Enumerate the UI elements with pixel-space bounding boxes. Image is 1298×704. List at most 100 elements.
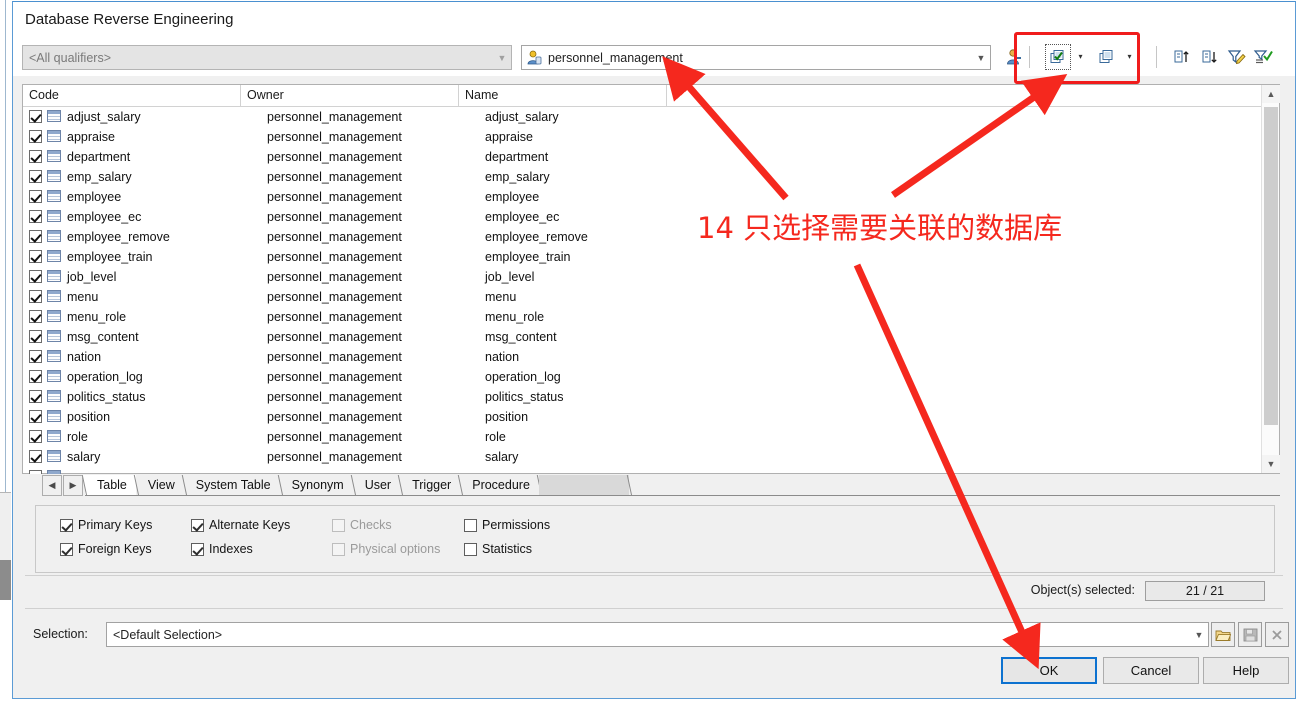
- option-indexes[interactable]: Indexes: [191, 542, 253, 556]
- user-properties-icon[interactable]: [1001, 44, 1027, 70]
- table-row[interactable]: employee_ec personnel_management employee_…: [23, 207, 1261, 227]
- row-checkbox[interactable]: [29, 330, 42, 343]
- checkbox[interactable]: [60, 543, 73, 556]
- option-foreign-keys[interactable]: Foreign Keys: [60, 542, 152, 556]
- row-checkbox[interactable]: [29, 270, 42, 283]
- row-checkbox[interactable]: [29, 450, 42, 463]
- checkbox[interactable]: [191, 519, 204, 532]
- annotation-text: 14 只选择需要关联的数据库: [697, 211, 1063, 245]
- scrollbar-thumb[interactable]: [1264, 107, 1278, 425]
- tab-trigger[interactable]: Trigger: [400, 475, 460, 496]
- select-all-dropdown-arrow[interactable]: ▾: [1076, 52, 1085, 61]
- scroll-up-icon[interactable]: ▲: [1262, 85, 1280, 103]
- scroll-down-icon[interactable]: ▼: [1262, 455, 1280, 473]
- option-primary-keys[interactable]: Primary Keys: [60, 518, 152, 532]
- table-row[interactable]: appraise personnel_management appraise: [23, 127, 1261, 147]
- open-folder-icon[interactable]: [1211, 622, 1235, 647]
- table-row-partial[interactable]: [23, 467, 1261, 474]
- cell-owner: personnel_management: [267, 110, 402, 124]
- table-row[interactable]: emp_salary personnel_management emp_salary: [23, 167, 1261, 187]
- qualifier-dropdown[interactable]: <All qualifiers> ▼: [22, 45, 512, 70]
- option-permissions[interactable]: Permissions: [464, 518, 550, 532]
- page-title: Database Reverse Engineering: [25, 11, 234, 28]
- database-user-icon: [526, 50, 542, 66]
- apply-filter-icon[interactable]: [1250, 44, 1276, 70]
- delete-icon[interactable]: [1265, 622, 1289, 647]
- checkbox[interactable]: [464, 519, 477, 532]
- list-header: Code Owner Name: [23, 85, 1279, 107]
- tab-table[interactable]: Table: [85, 475, 136, 496]
- row-checkbox[interactable]: [29, 310, 42, 323]
- deselect-all-dropdown-arrow[interactable]: ▾: [1125, 52, 1134, 61]
- row-checkbox[interactable]: [29, 430, 42, 443]
- cell-owner: personnel_management: [267, 190, 402, 204]
- column-header-name[interactable]: Name: [459, 85, 667, 106]
- deselect-all-copies-icon[interactable]: [1094, 44, 1120, 70]
- cell-owner: personnel_management: [267, 170, 402, 184]
- row-checkbox[interactable]: [29, 230, 42, 243]
- tab-synonym[interactable]: Synonym: [280, 475, 353, 496]
- row-checkbox[interactable]: [29, 370, 42, 383]
- checkbox[interactable]: [60, 519, 73, 532]
- table-row[interactable]: msg_content personnel_management msg_conte…: [23, 327, 1261, 347]
- row-checkbox[interactable]: [29, 210, 42, 223]
- list-vertical-scrollbar[interactable]: ▲ ▼: [1261, 85, 1280, 473]
- row-checkbox[interactable]: [29, 190, 42, 203]
- column-header-owner[interactable]: Owner: [241, 85, 459, 106]
- selection-dropdown[interactable]: <Default Selection> ▼: [106, 622, 1209, 647]
- sort-ascending-icon[interactable]: [1169, 44, 1195, 70]
- row-checkbox[interactable]: [29, 150, 42, 163]
- row-checkbox[interactable]: [29, 110, 42, 123]
- database-dropdown[interactable]: personnel_management ▼: [521, 45, 991, 70]
- table-row[interactable]: nation personnel_management nation: [23, 347, 1261, 367]
- help-button[interactable]: Help: [1203, 657, 1289, 684]
- cancel-button[interactable]: Cancel: [1103, 657, 1199, 684]
- table-row[interactable]: adjust_salary personnel_management adjust_…: [23, 107, 1261, 127]
- tab-system-table[interactable]: System Table: [184, 475, 280, 496]
- row-checkbox[interactable]: [29, 130, 42, 143]
- row-checkbox[interactable]: [29, 290, 42, 303]
- tab-scroll-prev[interactable]: ◀: [42, 475, 62, 496]
- cell-owner: personnel_management: [267, 250, 402, 264]
- sort-descending-icon[interactable]: [1197, 44, 1223, 70]
- option-alternate-keys[interactable]: Alternate Keys: [191, 518, 290, 532]
- table-row[interactable]: menu personnel_management menu: [23, 287, 1261, 307]
- tab-procedure[interactable]: Procedure: [460, 475, 539, 496]
- tab-view[interactable]: View: [136, 475, 184, 496]
- tab-user[interactable]: User: [353, 475, 400, 496]
- row-checkbox[interactable]: [29, 350, 42, 363]
- checkbox[interactable]: [464, 543, 477, 556]
- checkbox[interactable]: [191, 543, 204, 556]
- table-row[interactable]: operation_log personnel_management operati…: [23, 367, 1261, 387]
- objects-list[interactable]: Code Owner Name adjust_salary personnel_m…: [22, 84, 1280, 474]
- table-row[interactable]: position personnel_management position: [23, 407, 1261, 427]
- cell-code: nation: [67, 350, 102, 364]
- row-checkbox[interactable]: [29, 170, 42, 183]
- table-row[interactable]: employee personnel_management employee: [23, 187, 1261, 207]
- table-row[interactable]: employee_remove personnel_management emplo…: [23, 227, 1261, 247]
- table-row[interactable]: department personnel_management department: [23, 147, 1261, 167]
- table-row[interactable]: job_level personnel_management job_level: [23, 267, 1261, 287]
- edit-filter-icon[interactable]: [1224, 44, 1250, 70]
- option-statistics[interactable]: Statistics: [464, 542, 532, 556]
- row-checkbox[interactable]: [29, 390, 42, 403]
- table-row[interactable]: salary personnel_management salary: [23, 447, 1261, 467]
- cell-code: employee_ec: [67, 210, 142, 224]
- column-header-code[interactable]: Code: [23, 85, 241, 106]
- row-checkbox[interactable]: [29, 470, 42, 474]
- row-checkbox[interactable]: [29, 250, 42, 263]
- tab-scroll-next[interactable]: ▶: [63, 475, 83, 496]
- cell-name: department: [485, 150, 549, 164]
- dialog-title-bar: Database Reverse Engineering: [13, 2, 1295, 40]
- table-row[interactable]: employee_train personnel_management employ…: [23, 247, 1261, 267]
- cell-code: politics_status: [67, 390, 146, 404]
- table-row[interactable]: menu_role personnel_management menu_role: [23, 307, 1261, 327]
- select-all-copies-icon[interactable]: [1045, 44, 1071, 70]
- table-row[interactable]: politics_status personnel_management polit…: [23, 387, 1261, 407]
- ok-button[interactable]: OK: [1001, 657, 1097, 684]
- save-icon[interactable]: [1238, 622, 1262, 647]
- table-icon: [47, 170, 61, 182]
- row-checkbox[interactable]: [29, 410, 42, 423]
- cell-owner: personnel_management: [267, 350, 402, 364]
- table-row[interactable]: role personnel_management role: [23, 427, 1261, 447]
